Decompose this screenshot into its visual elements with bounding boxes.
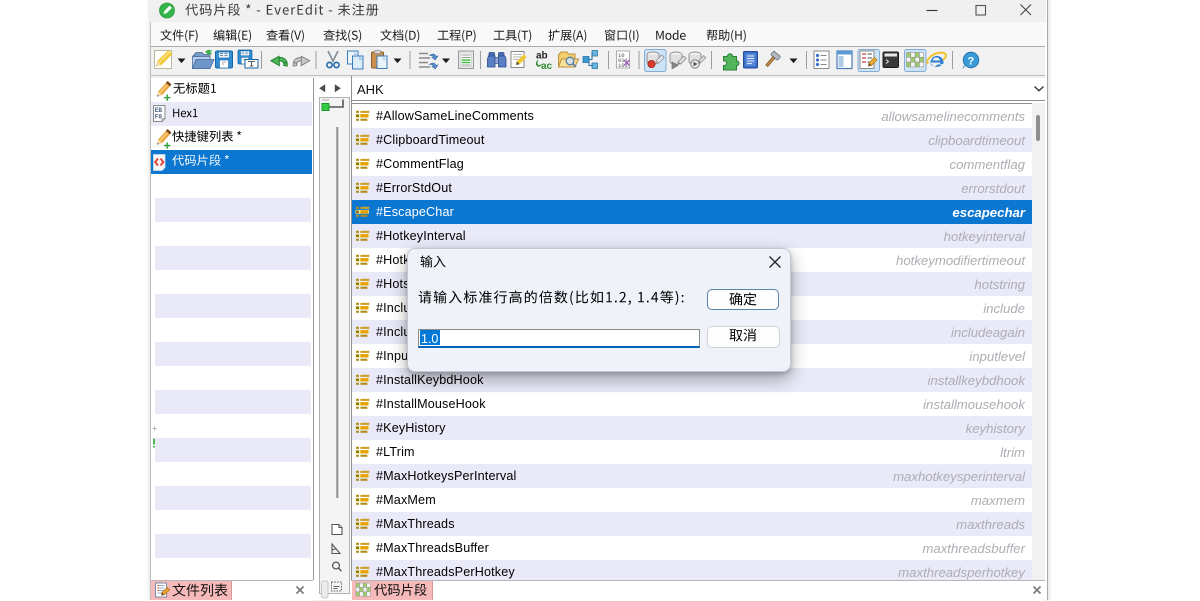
svg-text:F0: F0: [155, 114, 163, 121]
svg-text:ac: ac: [541, 61, 553, 72]
svg-text:ab: ab: [536, 51, 548, 62]
svg-text:?: ?: [968, 56, 975, 68]
